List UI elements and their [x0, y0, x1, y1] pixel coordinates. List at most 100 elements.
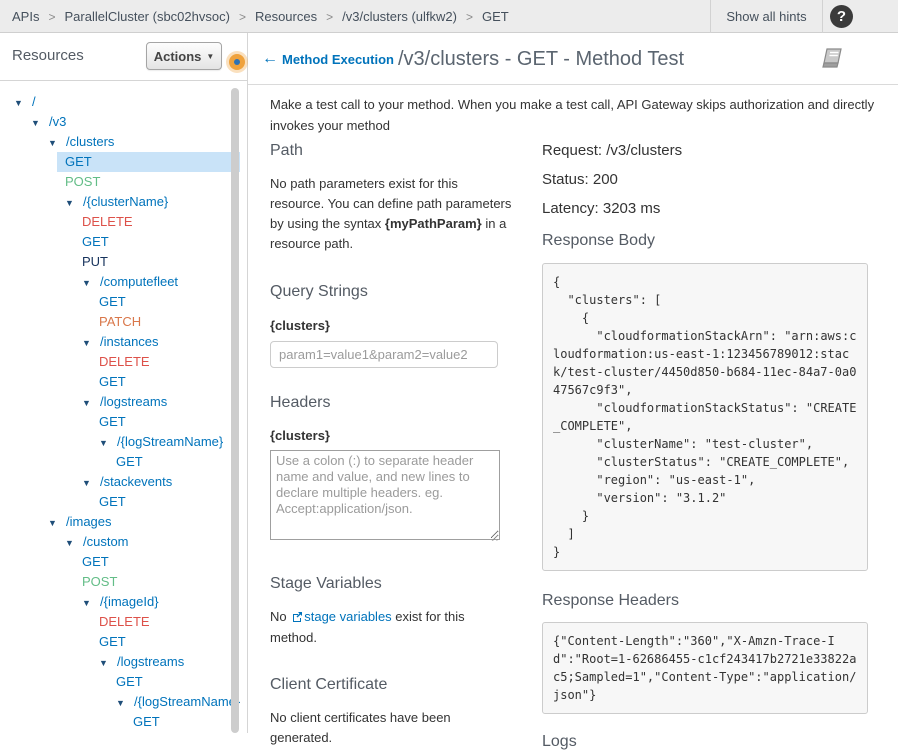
tree-method-row[interactable]: POST: [0, 572, 240, 592]
expand-caret-icon[interactable]: ▼: [116, 693, 127, 712]
method-link[interactable]: GET: [99, 294, 126, 309]
breadcrumb-item[interactable]: GET: [482, 9, 509, 24]
resource-link[interactable]: /images: [66, 514, 112, 529]
resource-link[interactable]: /{logStreamName}: [117, 434, 223, 449]
expand-caret-icon[interactable]: ▼: [48, 513, 59, 532]
breadcrumb-item[interactable]: /v3/clusters (ulfkw2): [342, 9, 457, 24]
expand-caret-icon[interactable]: ▼: [82, 333, 93, 352]
tree-method-row[interactable]: GET: [0, 552, 240, 572]
tree-resource-row[interactable]: ▼ /{logStreamName}: [0, 692, 240, 712]
method-link[interactable]: GET: [116, 454, 143, 469]
method-link[interactable]: GET: [99, 374, 126, 389]
query-string-input[interactable]: [270, 341, 498, 368]
resource-link[interactable]: /{imageId}: [100, 594, 159, 609]
documentation-book-icon[interactable]: [820, 48, 844, 70]
method-link[interactable]: POST: [82, 574, 117, 589]
tree-method-row[interactable]: POST: [0, 172, 240, 192]
tree-method-row[interactable]: GET: [0, 452, 240, 472]
method-link[interactable]: DELETE: [99, 354, 150, 369]
method-execution-back-link[interactable]: ← Method Execution: [262, 33, 394, 85]
resource-link[interactable]: /logstreams: [117, 654, 184, 669]
method-link[interactable]: GET: [133, 714, 160, 729]
expand-caret-icon[interactable]: ▼: [82, 473, 93, 492]
resource-link[interactable]: /{logStreamName}: [134, 694, 240, 709]
method-link[interactable]: GET: [65, 154, 92, 169]
client-certificate-text: No client certificates have been generat…: [270, 708, 512, 748]
method-link[interactable]: GET: [82, 554, 109, 569]
resource-link[interactable]: /custom: [83, 534, 129, 549]
method-link[interactable]: GET: [116, 674, 143, 689]
resource-link[interactable]: /instances: [100, 334, 159, 349]
resource-link[interactable]: /{clusterName}: [83, 194, 168, 209]
method-link[interactable]: POST: [65, 174, 100, 189]
tree-resource-row[interactable]: ▼ /computefleet: [0, 272, 240, 292]
tree-method-row[interactable]: DELETE: [0, 352, 240, 372]
method-link[interactable]: GET: [99, 414, 126, 429]
logs-heading: Logs: [542, 733, 868, 751]
resources-scrollbar-thumb[interactable]: [231, 88, 239, 733]
tree-method-row[interactable]: GET: [0, 672, 240, 692]
method-link[interactable]: GET: [99, 634, 126, 649]
expand-caret-icon[interactable]: ▼: [31, 113, 42, 132]
method-link[interactable]: DELETE: [82, 214, 133, 229]
resource-link[interactable]: /computefleet: [100, 274, 178, 289]
method-link[interactable]: PATCH: [99, 314, 141, 329]
external-link-icon: [292, 608, 303, 628]
expand-caret-icon[interactable]: ▼: [99, 653, 110, 672]
resources-panel: Resources Actions ▼ ▼/▼/v3▼/clustersGETP…: [0, 33, 247, 733]
tree-resource-row[interactable]: ▼ /clusters: [0, 132, 240, 152]
resource-link[interactable]: /clusters: [66, 134, 114, 149]
status-value: 200: [593, 171, 618, 188]
path-heading: Path: [270, 142, 512, 160]
tree-resource-row[interactable]: ▼ /stackevents: [0, 472, 240, 492]
resource-link[interactable]: /: [32, 94, 36, 109]
tree-resource-row[interactable]: ▼ /images: [0, 512, 240, 532]
tree-resource-row[interactable]: ▼ /{logStreamName}: [0, 432, 240, 452]
tree-resource-row[interactable]: ▼/: [0, 92, 240, 112]
method-link[interactable]: PUT: [82, 254, 108, 269]
headers-textarea[interactable]: [270, 450, 500, 540]
tree-method-row[interactable]: DELETE: [0, 612, 240, 632]
method-link[interactable]: GET: [82, 234, 109, 249]
tree-resource-row[interactable]: ▼ /logstreams: [0, 392, 240, 412]
expand-caret-icon[interactable]: ▼: [48, 133, 59, 152]
tree-method-row[interactable]: GET: [0, 372, 240, 392]
tree-resource-row[interactable]: ▼ /v3: [0, 112, 240, 132]
expand-caret-icon[interactable]: ▼: [99, 433, 110, 452]
expand-caret-icon[interactable]: ▼: [82, 593, 93, 612]
resource-link[interactable]: /logstreams: [100, 394, 167, 409]
breadcrumb-item[interactable]: Resources: [255, 9, 317, 24]
stage-variables-link[interactable]: stage variables: [304, 609, 391, 624]
resource-link[interactable]: /stackevents: [100, 474, 172, 489]
breadcrumb-item[interactable]: ParallelCluster (sbc02hvsoc): [64, 9, 229, 24]
breadcrumb-item[interactable]: APIs: [12, 9, 39, 24]
show-all-hints-button[interactable]: Show all hints: [711, 0, 822, 33]
tree-resource-row[interactable]: ▼ /logstreams: [0, 652, 240, 672]
tree-method-row[interactable]: PATCH: [0, 312, 240, 332]
tree-method-row[interactable]: GET: [0, 492, 240, 512]
tree-resource-row[interactable]: ▼ /{clusterName}: [0, 192, 240, 212]
tree-method-row[interactable]: GET: [0, 232, 240, 252]
tree-resource-row[interactable]: ▼ /{imageId}: [0, 592, 240, 612]
expand-caret-icon[interactable]: ▼: [82, 393, 93, 412]
tree-method-row[interactable]: GET: [0, 152, 240, 172]
tree-method-row[interactable]: GET: [0, 412, 240, 432]
tree-method-row[interactable]: GET: [0, 632, 240, 652]
tree-method-row[interactable]: GET: [0, 712, 240, 732]
method-link[interactable]: DELETE: [99, 614, 150, 629]
actions-button[interactable]: Actions ▼: [146, 42, 222, 70]
expand-caret-icon[interactable]: ▼: [65, 533, 76, 552]
tree-method-row[interactable]: PUT: [0, 252, 240, 272]
tree-resource-row[interactable]: ▼ /instances: [0, 332, 240, 352]
expand-caret-icon[interactable]: ▼: [14, 93, 25, 112]
tree-method-row[interactable]: GET: [0, 292, 240, 312]
hint-indicator-icon[interactable]: [229, 54, 245, 70]
resource-link[interactable]: /v3: [49, 114, 66, 129]
chevron-down-icon: ▼: [206, 52, 214, 61]
help-icon[interactable]: ?: [830, 5, 853, 28]
tree-method-row[interactable]: DELETE: [0, 212, 240, 232]
method-link[interactable]: GET: [99, 494, 126, 509]
expand-caret-icon[interactable]: ▼: [65, 193, 76, 212]
expand-caret-icon[interactable]: ▼: [82, 273, 93, 292]
tree-resource-row[interactable]: ▼ /custom: [0, 532, 240, 552]
